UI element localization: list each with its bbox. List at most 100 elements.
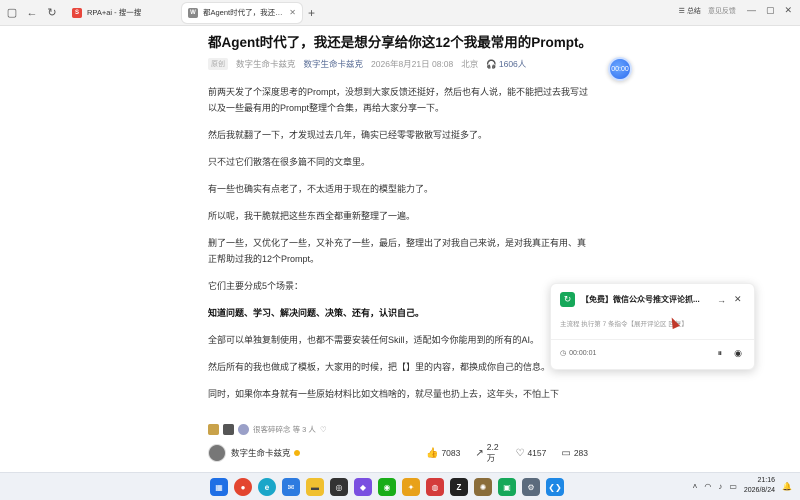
browser-tab-bar: ▢ ← ↻ S RPA+ai - 搜一搜 W 都Agent时代了，我还是想分 ✕… xyxy=(0,0,800,26)
notification-icon[interactable]: 🔔 xyxy=(782,482,792,491)
headphones-icon: 🎧 xyxy=(486,58,497,69)
article-footer: 数字生命卡兹克 👍 7083 ↗ 2.2万 ♡ 4157 ▭ 283 xyxy=(208,442,588,464)
app-icon[interactable]: ▣ xyxy=(498,478,516,496)
sogou-favicon-icon: S xyxy=(72,7,82,18)
open-arrow-icon[interactable]: → xyxy=(717,295,726,305)
sidebar-toggle-icon[interactable]: ▢ xyxy=(4,5,20,21)
favorite-count: 4157 xyxy=(527,448,547,458)
chatgpt-icon[interactable]: ◎ xyxy=(330,478,348,496)
like-button[interactable]: 👍 7083 xyxy=(426,442,460,464)
app-icon[interactable]: ◍ xyxy=(426,478,444,496)
app-icon[interactable]: ⚙ xyxy=(522,478,540,496)
account-link[interactable]: 数字生命卡兹克 xyxy=(304,58,364,70)
clock-date: 2026/8/24 xyxy=(743,487,776,494)
publish-date: 2026年8月21日 08:08 xyxy=(371,59,454,69)
new-tab-button[interactable]: + xyxy=(308,6,315,20)
taskbar-apps: ▦ ● e ✉ ▬ ◎ ◆ ◉ ✦ ◍ Z ✺ ▣ ⚙ ❮❯ xyxy=(210,478,564,496)
audio-time: 00:00 xyxy=(611,65,629,73)
feedback-link[interactable]: 意见反馈 xyxy=(708,6,736,16)
summary-button[interactable]: ☰ 总结 xyxy=(679,6,701,16)
close-popup-icon[interactable]: ✕ xyxy=(734,294,742,305)
readers-text: 很客碎碎念 等 3 人 xyxy=(253,425,316,434)
paragraph: 只不过它们散落在很多篇不同的文章里。 xyxy=(208,157,371,167)
chevron-up-icon[interactable]: ˄ xyxy=(693,482,698,491)
verified-badge-icon xyxy=(293,450,300,456)
reader-avatar xyxy=(208,424,219,435)
wechat-favicon-icon: W xyxy=(188,7,198,18)
tab-title: RPA+ai - 搜一搜 xyxy=(87,8,142,17)
reader-avatar xyxy=(223,424,234,435)
taskbar: ▦ ● e ✉ ▬ ◎ ◆ ◉ ✦ ◍ Z ✺ ▣ ⚙ ❮❯ ˄ ◠ ♪ ▭ 2… xyxy=(0,472,800,500)
comment-button[interactable]: ▭ 283 xyxy=(561,442,588,464)
paragraph: 所以呢，我干脆就把这些东西全都重新整理了一遍。 xyxy=(208,211,416,221)
summary-icon: ☰ xyxy=(678,7,685,15)
tab-title: 都Agent时代了，我还是想分 xyxy=(203,8,285,17)
paragraph-bold: 知道问题、学习、解决问题、决策、还有，认识自己。 xyxy=(208,308,425,318)
footer-stats: 👍 7083 ↗ 2.2万 ♡ 4157 ▭ 283 xyxy=(426,442,588,464)
rpa-popup-header: ↻ 【免费】微信公众号推文评论抓... → ✕ xyxy=(560,292,745,307)
vscode-icon[interactable]: ❮❯ xyxy=(546,478,564,496)
rpa-logo-icon: ↻ xyxy=(560,292,575,307)
system-tray: ˄ ◠ ♪ ▭ 21:16 2026/8/24 🔔 xyxy=(693,476,792,496)
reload-icon[interactable]: ↻ xyxy=(44,5,60,21)
app-icon[interactable]: Z xyxy=(450,478,468,496)
back-icon[interactable]: ← xyxy=(24,5,40,21)
battery-icon[interactable]: ▭ xyxy=(729,482,737,491)
paragraph: 它们主要分成5个场景： xyxy=(208,281,304,291)
listen-count-label: 1606人 xyxy=(498,59,527,69)
original-tag: 原创 xyxy=(208,58,228,70)
stop-icon[interactable]: ◉ xyxy=(734,348,742,359)
wechat-icon[interactable]: ◉ xyxy=(378,478,396,496)
comment-icon: ▭ xyxy=(561,447,571,459)
minimize-icon[interactable]: — xyxy=(747,5,756,16)
tab-article[interactable]: W 都Agent时代了，我还是想分 ✕ xyxy=(182,2,302,23)
comment-count: 283 xyxy=(573,448,588,458)
close-tab-icon[interactable]: ✕ xyxy=(289,8,296,17)
paragraph: 然后我就翻了一下，才发现过去几年，确实已经零零散散写过挺多了。 xyxy=(208,130,488,140)
paragraph: 删了一些，又优化了一些，又补充了一些，最后，整理出了对我自己来说，是对我真正有用… xyxy=(208,238,587,264)
share-count: 2.2万 xyxy=(486,442,499,463)
divider xyxy=(551,339,754,340)
reader-avatar xyxy=(238,424,249,435)
favorite-button[interactable]: ♡ 4157 xyxy=(515,442,546,464)
paragraph: 然后所有的我也做成了模板，大家用的时候，把【】里的内容，都换成你自己的信息。 xyxy=(208,362,551,372)
article-meta: 原创 数字生命卡兹克 数字生命卡兹克 2026年8月21日 08:08 北京 🎧… xyxy=(208,58,588,70)
file-explorer-icon[interactable]: ▬ xyxy=(306,478,324,496)
window-controls: — ▢ ✕ xyxy=(747,5,792,16)
pause-icon[interactable]: ⏸ xyxy=(718,348,723,359)
thumbs-up-icon: 👍 xyxy=(426,447,439,459)
footer-author-name: 数字生命卡兹克 xyxy=(231,448,291,458)
edge-icon[interactable]: e xyxy=(258,478,276,496)
rpa-timer-value: 00:00:01 xyxy=(569,349,597,357)
paragraph: 同时，如果你本身就有一些原始材料比如文档啥的，就尽量也扔上去，这年头，不怕上下 xyxy=(208,389,560,399)
heart-icon: ♡ xyxy=(319,425,327,434)
like-count: 7083 xyxy=(441,448,461,458)
location: 北京 xyxy=(461,59,479,69)
paragraph: 有一些也确实有点老了，不太适用于现在的模型能力了。 xyxy=(208,184,434,194)
rpa-controls: ⏸ ◉ xyxy=(718,348,742,359)
mail-icon[interactable]: ✉ xyxy=(282,478,300,496)
maximize-icon[interactable]: ▢ xyxy=(766,5,775,16)
app-icon[interactable]: ◆ xyxy=(354,478,372,496)
share-button[interactable]: ↗ 2.2万 xyxy=(475,442,500,464)
audio-play-button[interactable]: 00:00 xyxy=(608,57,632,81)
tab-rpa-search[interactable]: S RPA+ai - 搜一搜 xyxy=(66,3,176,23)
paragraph: 前两天发了个深度思考的Prompt，没想到大家反馈还挺好，然后也有人说，能不能把… xyxy=(208,87,589,113)
start-menu-icon[interactable]: ▦ xyxy=(210,478,228,496)
author-avatar[interactable] xyxy=(208,444,226,462)
chrome-icon[interactable]: ● xyxy=(234,478,252,496)
listen-count[interactable]: 🎧 1606人 xyxy=(486,58,526,70)
clock[interactable]: 21:16 2026/8/24 xyxy=(744,476,775,496)
heart-icon: ♡ xyxy=(515,447,525,459)
footer-author[interactable]: 数字生命卡兹克 xyxy=(231,447,300,459)
rpa-task-popup: ↻ 【免费】微信公众号推文评论抓... → ✕ 主流程 执行第 7 条指令【展开… xyxy=(550,283,755,370)
close-window-icon[interactable]: ✕ xyxy=(784,5,792,16)
app-icon[interactable]: ✦ xyxy=(402,478,420,496)
article: 都Agent时代了，我还是想分享给你这12个我最常用的Prompt。 原创 数字… xyxy=(208,32,593,413)
article-title: 都Agent时代了，我还是想分享给你这12个我最常用的Prompt。 xyxy=(208,35,593,50)
rpa-timer: ◷ 00:00:01 xyxy=(560,349,597,358)
volume-icon[interactable]: ♪ xyxy=(718,482,722,491)
share-icon: ↗ xyxy=(475,447,484,459)
app-icon[interactable]: ✺ xyxy=(474,478,492,496)
wifi-icon[interactable]: ◠ xyxy=(704,482,711,491)
